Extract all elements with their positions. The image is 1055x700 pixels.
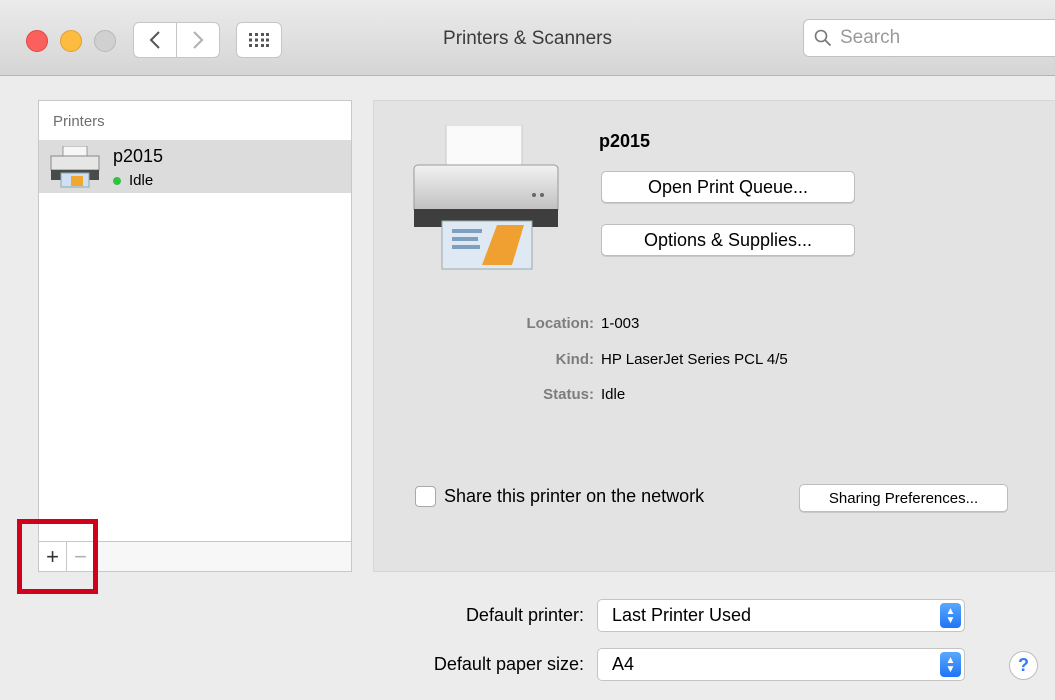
printer-title: p2015 bbox=[599, 131, 651, 151]
help-button[interactable]: ? bbox=[1009, 651, 1038, 680]
location-value: 1-003 bbox=[601, 315, 640, 332]
status-dot-icon bbox=[113, 176, 121, 185]
printer-status: Idle bbox=[113, 172, 153, 189]
share-printer-label[interactable]: Share this printer on the network bbox=[444, 486, 704, 507]
printer-list-item[interactable]: p2015 Idle bbox=[39, 140, 351, 193]
highlight-box bbox=[17, 519, 98, 594]
printer-large-icon bbox=[413, 125, 559, 270]
options-supplies-button[interactable]: Options & Supplies... bbox=[601, 224, 855, 256]
default-paper-select[interactable]: A4 ▲ ▼ bbox=[597, 648, 965, 681]
printer-list: Printers p2015 Idle bbox=[38, 100, 352, 542]
status-value: Idle bbox=[601, 386, 626, 403]
sharing-preferences-button[interactable]: Sharing Preferences... bbox=[799, 484, 1008, 512]
search-field[interactable] bbox=[803, 19, 1055, 57]
default-paper-label: Default paper size: bbox=[433, 654, 584, 674]
default-paper-value: A4 bbox=[612, 654, 635, 674]
kind-value: HP LaserJet Series PCL 4/5 bbox=[601, 351, 788, 368]
search-icon bbox=[814, 29, 832, 47]
updown-arrows-icon: ▲ ▼ bbox=[940, 603, 961, 628]
printer-name: p2015 bbox=[113, 146, 164, 166]
open-print-queue-button[interactable]: Open Print Queue... bbox=[601, 171, 855, 203]
printer-icon bbox=[50, 146, 100, 188]
status-label: Status: bbox=[543, 386, 594, 403]
kind-label: Kind: bbox=[555, 351, 594, 368]
search-input[interactable] bbox=[840, 27, 1040, 49]
printer-status-text: Idle bbox=[129, 172, 154, 189]
default-printer-label: Default printer: bbox=[465, 605, 584, 625]
updown-arrows-icon: ▲ ▼ bbox=[940, 652, 961, 677]
printer-detail-panel: p2015 Open Print Queue... Options & Supp… bbox=[373, 100, 1055, 572]
default-printer-value: Last Printer Used bbox=[612, 605, 752, 625]
printers-header: Printers bbox=[53, 113, 105, 130]
title-bar: Printers & Scanners bbox=[0, 0, 1055, 76]
location-label: Location: bbox=[526, 315, 595, 332]
share-printer-checkbox[interactable] bbox=[415, 486, 436, 507]
default-printer-select[interactable]: Last Printer Used ▲ ▼ bbox=[597, 599, 965, 632]
